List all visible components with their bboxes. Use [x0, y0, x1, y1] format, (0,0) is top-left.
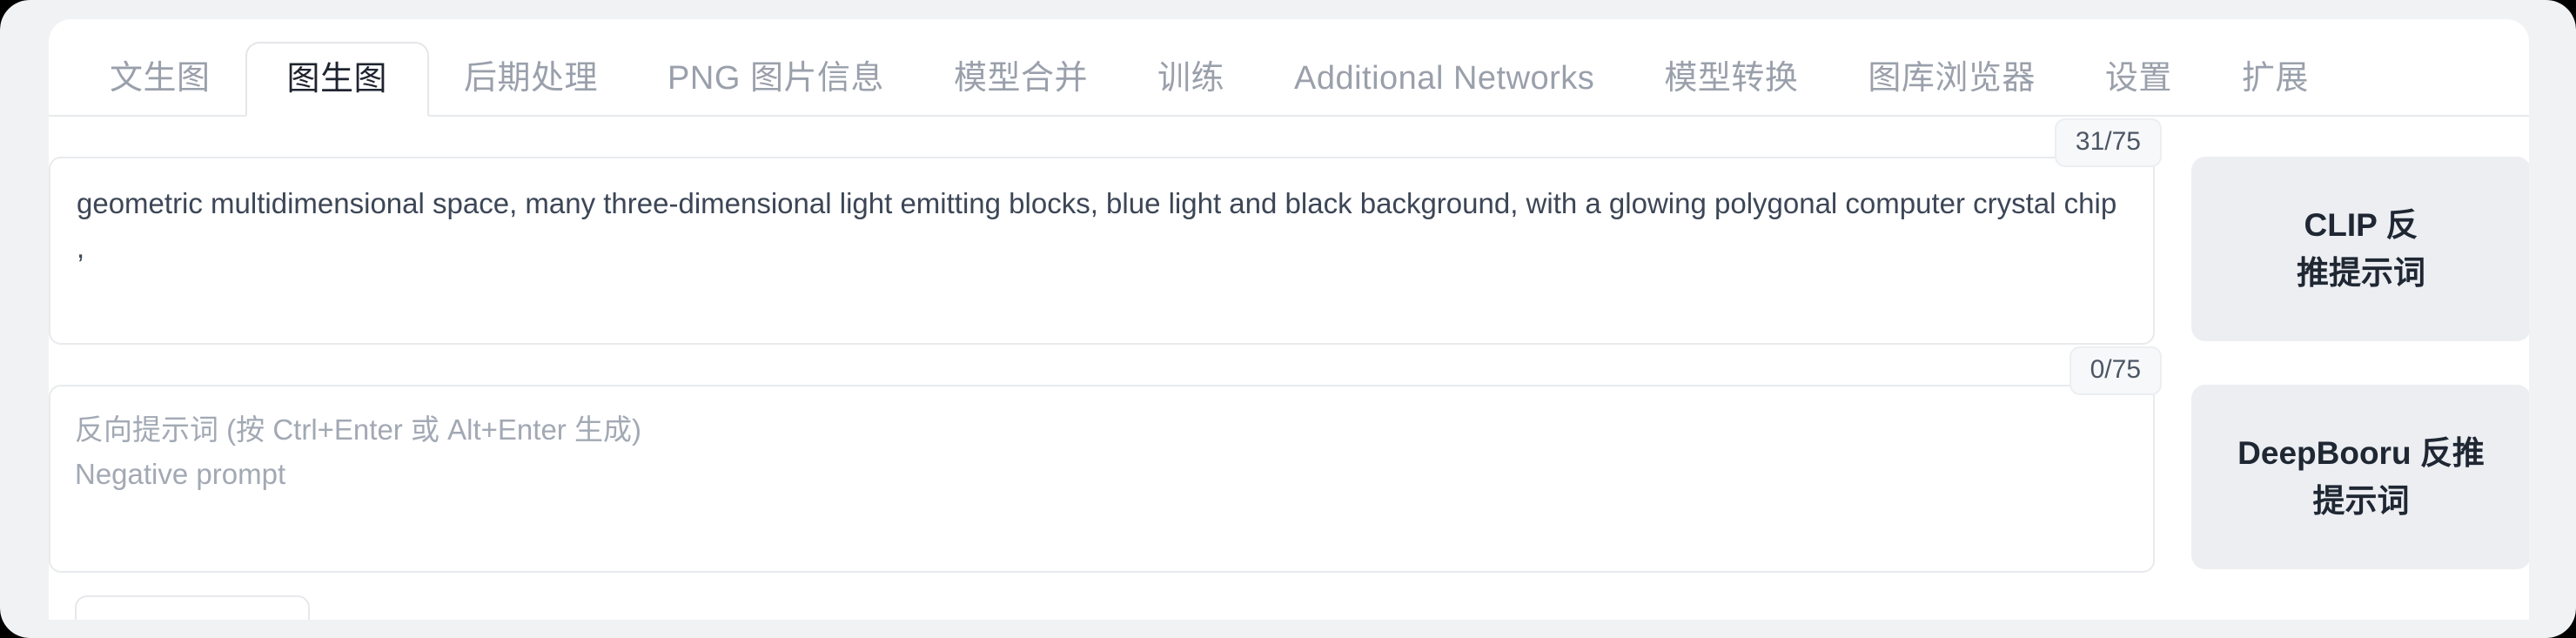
negative-prompt-wrapper: 0/75 反向提示词 (按 Ctrl+Enter 或 Alt+Enter 生成)…	[49, 346, 2162, 573]
tab-txt2img[interactable]: 文生图	[75, 42, 245, 115]
clip-interrogate-label-line2: 推提示词	[2297, 255, 2425, 291]
positive-prompt-input[interactable]	[49, 157, 2155, 345]
deepbooru-interrogate-button[interactable]: DeepBooru 反推 提示词	[2191, 385, 2529, 569]
tab-train[interactable]: 训练	[1123, 42, 1259, 115]
negative-token-counter: 0/75	[2069, 346, 2162, 395]
tab-settings[interactable]: 设置	[2070, 42, 2207, 115]
positive-prompt-row: 31/75 CLIP 反 推提示词	[49, 118, 2529, 345]
positive-prompt-wrapper: 31/75	[49, 118, 2162, 345]
deepbooru-interrogate-label-line2: 提示词	[2312, 483, 2410, 519]
clip-interrogate-label-line1: CLIP 反	[2304, 206, 2418, 243]
tab-additional-networks[interactable]: Additional Networks	[1259, 42, 1629, 115]
tab-image-browser[interactable]: 图库浏览器	[1833, 42, 2070, 115]
positive-token-counter: 31/75	[2054, 118, 2162, 167]
tab-png-info[interactable]: PNG 图片信息	[633, 42, 919, 115]
main-card: 文生图 图生图 后期处理 PNG 图片信息 模型合并 训练 Additional…	[49, 19, 2529, 620]
page-background: 文生图 图生图 后期处理 PNG 图片信息 模型合并 训练 Additional…	[0, 0, 2576, 638]
tab-checkpoint-merger[interactable]: 模型合并	[919, 42, 1123, 115]
tab-extras[interactable]: 后期处理	[429, 42, 633, 115]
tab-bar: 文生图 图生图 后期处理 PNG 图片信息 模型合并 训练 Additional…	[49, 19, 2529, 117]
clip-interrogate-label: CLIP 反 推提示词	[2297, 201, 2425, 298]
tab-img2img[interactable]: 图生图	[245, 42, 430, 117]
img2img-panel: 31/75 CLIP 反 推提示词 0/75	[49, 117, 2529, 620]
styles-dropdown-partial[interactable]	[75, 595, 310, 620]
app-window-frame: 文生图 图生图 后期处理 PNG 图片信息 模型合并 训练 Additional…	[0, 0, 2576, 638]
deepbooru-interrogate-label: DeepBooru 反推 提示词	[2237, 429, 2485, 526]
tab-model-converter[interactable]: 模型转换	[1629, 42, 1833, 115]
negative-prompt-row: 0/75 反向提示词 (按 Ctrl+Enter 或 Alt+Enter 生成)…	[49, 346, 2529, 573]
negative-prompt-input[interactable]	[49, 385, 2155, 573]
deepbooru-interrogate-label-line1: DeepBooru 反推	[2237, 434, 2485, 471]
clip-interrogate-button[interactable]: CLIP 反 推提示词	[2191, 157, 2529, 341]
tab-extensions[interactable]: 扩展	[2207, 42, 2344, 115]
